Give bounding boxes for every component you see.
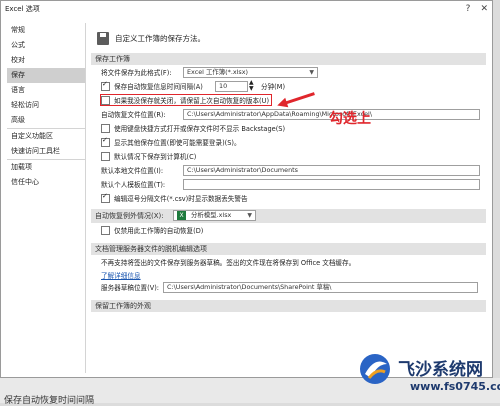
autorecover-row: 保存自动恢复信息时间间隔(A) 10 ▲▼ 分钟(M) (91, 79, 486, 93)
autorecover-label: 保存自动恢复信息时间间隔(A) (114, 83, 203, 91)
window-title: Excel 选项 (5, 5, 40, 13)
keep-last-label: 如果我没保存就关闭，请保留上次自动恢复的版本(U) (114, 97, 270, 105)
default-local-input[interactable]: C:\Users\Administrator\Documents (183, 165, 480, 176)
workbook-dropdown[interactable]: X 分析模型.xlsx ▼ (173, 210, 256, 221)
workbook-value: 分析模型.xlsx (191, 211, 232, 219)
chevron-down-icon: ▼ (247, 212, 252, 219)
server-drafts-input[interactable]: C:\Users\Administrator\Documents\SharePo… (163, 282, 478, 293)
default-computer-row: 默认情况下保存到计算机(C) (91, 149, 486, 163)
sidebar-item-advanced[interactable]: 高级 (7, 113, 85, 128)
backstage-checkbox[interactable] (101, 123, 110, 133)
minutes-label: 分钟(M) (261, 83, 286, 91)
sidebar-item-addins[interactable]: 加载项 (7, 159, 85, 175)
learn-more-link[interactable]: 了解详细信息 (101, 270, 141, 280)
default-template-row: 默认个人模板位置(T): (91, 177, 486, 191)
format-value: Excel 工作簿(*.xlsx) (187, 68, 249, 76)
section-autorecover-exceptions: 自动恢复例外情况(X): X 分析模型.xlsx ▼ (91, 209, 486, 223)
keep-last-checkbox[interactable] (101, 95, 110, 105)
autorecover-minutes-value: 10 (219, 82, 228, 90)
default-local-label: 默认本地文件位置(I): (101, 167, 164, 175)
default-template-label: 默认个人模板位置(T): (101, 181, 166, 189)
sidebar-item-save[interactable]: 保存 (7, 68, 85, 83)
server-drafts-label: 服务器草稿位置(V): (101, 284, 160, 292)
watermark-name: 飞沙系统网 (398, 360, 483, 380)
csv-warning-label: 编辑逗号分隔文件(*.csv)时显示数据丢失警告 (114, 195, 248, 203)
backstage-label: 使用键盘快捷方式打开或保存文件时不显示 Backstage(S) (114, 125, 286, 133)
sidebar-item-customize-ribbon[interactable]: 自定义功能区 (7, 128, 85, 144)
spinner-icon[interactable]: ▲ ▼ (249, 80, 254, 92)
annotation-callout: 勾选上 (329, 111, 371, 127)
default-computer-checkbox[interactable] (101, 151, 110, 161)
format-row: 将文件保存为此格式(F): Excel 工作簿(*.xlsx) ▼ (91, 65, 486, 79)
default-template-input[interactable] (183, 179, 480, 190)
autorecover-exceptions-label: 自动恢复例外情况(X): (95, 212, 164, 220)
page-header: 自定义工作簿的保存方法。 (91, 23, 486, 53)
main-panel: 自定义工作簿的保存方法。 保存工作簿 将文件保存为此格式(F): Excel 工… (91, 23, 486, 373)
autorecover-minutes-input[interactable]: 10 (215, 81, 248, 92)
autorecover-location-row: 自动恢复文件位置(R): C:\Users\Administrator\AppD… (91, 107, 486, 121)
excel-options-dialog: Excel 选项 ? ✕ 常规 公式 校对 保存 语言 轻松访问 高级 自定义功… (0, 0, 493, 378)
disable-autorecover-row: 仅禁用此工作簿的自动恢复(D) (91, 223, 486, 237)
default-local-row: 默认本地文件位置(I): C:\Users\Administrator\Docu… (91, 163, 486, 177)
backstage-row: 使用键盘快捷方式打开或保存文件时不显示 Backstage(S) (91, 121, 486, 135)
section-offline-editing: 文档管理服务器文件的脱机编辑选项 (91, 243, 486, 255)
disable-autorecover-label: 仅禁用此工作簿的自动恢复(D) (114, 227, 204, 235)
watermark-logo-icon (360, 354, 390, 384)
server-drafts-row: 服务器草稿位置(V): C:\Users\Administrator\Docum… (91, 280, 486, 294)
section-preserve-appearance: 保留工作簿的外观 (91, 300, 486, 312)
sidebar-item-formulas[interactable]: 公式 (7, 38, 85, 53)
offline-notice-row: 不再支持将签出的文件保存到服务器草稿。签出的文件现在将保存到 Office 文档… (91, 255, 486, 269)
page-title: 自定义工作簿的保存方法。 (115, 33, 205, 43)
close-button[interactable]: ✕ (480, 1, 488, 18)
format-dropdown[interactable]: Excel 工作簿(*.xlsx) ▼ (183, 67, 318, 78)
show-more-row: 显示其他保存位置(即使可能需要登录)(S)。 (91, 135, 486, 149)
sidebar-item-accessibility[interactable]: 轻松访问 (7, 98, 85, 113)
default-local-value: C:\Users\Administrator\Documents (187, 166, 298, 174)
sidebar-item-proofing[interactable]: 校对 (7, 53, 85, 68)
csv-warning-row: 编辑逗号分隔文件(*.csv)时显示数据丢失警告 (91, 191, 486, 205)
learn-more-row: 了解详细信息 (91, 269, 486, 280)
help-button[interactable]: ? (466, 1, 471, 18)
sidebar-item-quick-access[interactable]: 快速访问工具栏 (7, 144, 85, 159)
autorecover-location-label: 自动恢复文件位置(R): (101, 111, 166, 119)
section-save-workbooks: 保存工作簿 (91, 53, 486, 65)
sidebar: 常规 公式 校对 保存 语言 轻松访问 高级 自定义功能区 快速访问工具栏 加载… (7, 23, 86, 373)
default-computer-label: 默认情况下保存到计算机(C) (114, 153, 197, 161)
sidebar-item-general[interactable]: 常规 (7, 23, 85, 38)
disable-autorecover-checkbox[interactable] (101, 225, 110, 235)
title-bar: Excel 选项 ? ✕ (1, 1, 492, 18)
chevron-down-icon: ▼ (309, 69, 314, 76)
csv-warning-checkbox[interactable] (101, 192, 110, 203)
save-icon (97, 31, 109, 45)
format-label: 将文件保存为此格式(F): (101, 69, 172, 77)
watermark-url: www.fs0745.com (410, 380, 500, 393)
excel-file-icon: X (177, 211, 186, 220)
offline-notice: 不再支持将签出的文件保存到服务器草稿。签出的文件现在将保存到 Office 文档… (101, 259, 356, 267)
keep-last-highlight[interactable]: 如果我没保存就关闭，请保留上次自动恢复的版本(U) (99, 94, 273, 106)
sidebar-item-trust-center[interactable]: 信任中心 (7, 175, 85, 190)
show-more-checkbox[interactable] (101, 136, 110, 147)
show-more-label: 显示其他保存位置(即使可能需要登录)(S)。 (114, 139, 241, 147)
server-drafts-value: C:\Users\Administrator\Documents\SharePo… (167, 283, 332, 291)
sidebar-item-language[interactable]: 语言 (7, 83, 85, 98)
autorecover-checkbox[interactable] (101, 80, 110, 91)
background-text: 保存自动恢复时间间隔 (4, 396, 95, 406)
